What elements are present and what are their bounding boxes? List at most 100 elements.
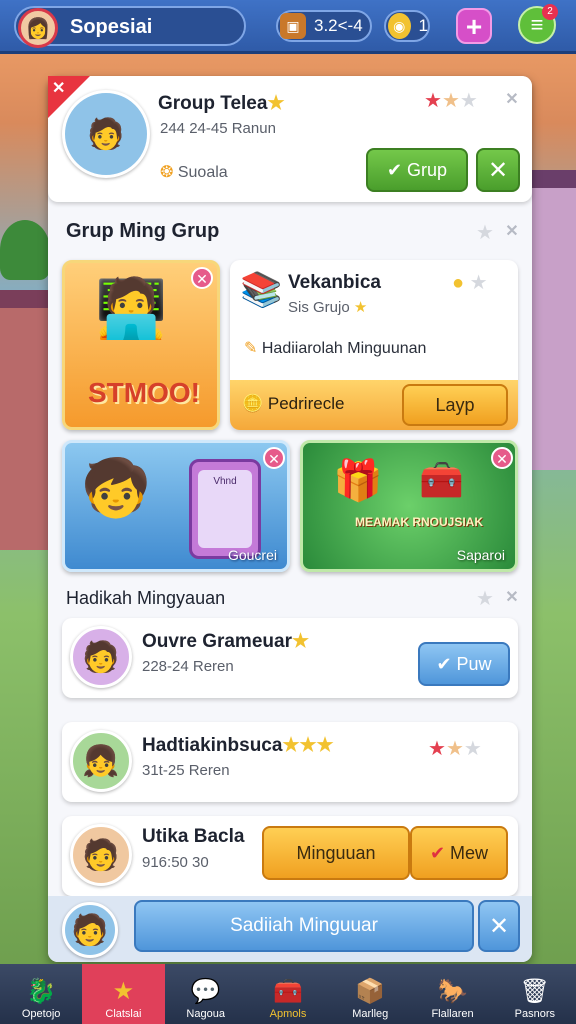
info-card: 📚 Vekanbica Sis Grujo ★ ● ★ ✎ Hadiiarola… <box>230 260 518 430</box>
add-button[interactable]: + <box>456 8 492 44</box>
main-panel: ✕ 🧑 Group Telea★ 244 24-45 Ranun ❂ Suoal… <box>48 76 532 962</box>
stat-chests-value: 3.2<-4 <box>314 16 363 35</box>
star-icon: ★ <box>267 93 285 114</box>
chest-icon: ▣ <box>280 13 306 39</box>
check-icon: ✔ <box>429 842 451 863</box>
phone-screen: Vhnd <box>198 470 252 548</box>
nav-item-clatslai[interactable]: ★ Clatslai <box>82 964 165 1024</box>
grup-button[interactable]: ✔ Grup <box>366 148 468 192</box>
profile-chip[interactable]: 👩 Sopesiai <box>14 6 246 48</box>
rating-stars: ★★★ <box>424 88 478 113</box>
dragon-icon: 🐉 <box>26 978 57 1005</box>
treasure-illustration: 🎁 <box>333 459 383 503</box>
layp-button[interactable]: Layp <box>402 384 508 426</box>
footer-label: 🪙 Pedrirecle <box>242 394 345 413</box>
puw-button[interactable]: ✔ Puw <box>418 642 510 686</box>
bottom-nav: 🐉 Opetojo ★ Clatslai 💬 Nagoua 🧰 Apmols 📦 Marl… <box>0 964 576 1024</box>
nav-item-opetojo[interactable]: 🐉 Opetojo <box>0 964 82 1024</box>
nav-item-pasnors[interactable]: 🗑 Pasnors <box>494 964 576 1024</box>
star-icon: ★ <box>424 90 442 112</box>
list-item[interactable]: 👧 Hadtiakinbsuca★★★ 31t-25 Reren ★★★ <box>62 722 518 802</box>
list-item-title: Hadtiakinbsuca★★★ <box>142 735 334 756</box>
close-icon[interactable]: ✕ <box>491 447 513 469</box>
nav-label: Flallaren <box>431 1008 474 1020</box>
close-button[interactable]: ✕ <box>478 900 520 952</box>
nav-item-nagoua[interactable]: 💬 Nagoua <box>165 964 247 1024</box>
list-item[interactable]: 🧑 Utika Bacla 916:50 30 Minguuan ✔ Mew <box>62 816 518 896</box>
dismiss-icon[interactable]: ✕ <box>504 590 520 606</box>
tile-stmoo[interactable]: 🧑‍💻 STMOO! ✕ <box>62 260 220 430</box>
group-tag: ❂ Suoala <box>160 164 228 181</box>
close-icon[interactable]: ✕ <box>263 447 285 469</box>
gift-illustration: 🧰 <box>419 459 464 500</box>
tile-phone[interactable]: 🧒 Vhnd Goucrei ✕ <box>62 440 290 572</box>
trash-icon: 🗑 <box>519 978 551 1005</box>
star-icon: ★ <box>112 978 135 1005</box>
section-heading: Hadikah Mingyauan <box>66 588 226 608</box>
list-item-title: Ouvre Grameuar★ <box>142 631 310 652</box>
nav-label: Marlleg <box>352 1008 389 1020</box>
stat-chests[interactable]: ▣ 3.2<-4 <box>276 10 372 42</box>
star-icon: ★★★ <box>282 735 334 756</box>
nav-item-apmols[interactable]: 🧰 Apmols <box>247 964 329 1024</box>
info-footer: 🪙 Pedrirecle Layp <box>230 380 518 430</box>
section-heading: Grup Ming Grup <box>66 220 220 242</box>
list-item-title: Utika Bacla <box>142 826 245 847</box>
list-item-subtitle: 31t-25 Reren <box>142 762 230 779</box>
star-icon: ★ <box>459 90 478 112</box>
phone-illustration: Vhnd <box>189 459 261 559</box>
dismiss-icon[interactable]: ✕ <box>504 92 520 108</box>
nav-label: Clatslai <box>105 1008 142 1020</box>
nav-label: Nagoua <box>186 1008 225 1020</box>
gamer-illustration: 🧑‍💻 <box>95 276 168 341</box>
info-title: Vekanbica <box>288 272 381 293</box>
tile-label: STMOO! <box>88 377 200 408</box>
box-icon: 📦 <box>355 978 386 1005</box>
tile-caption: Saparoi <box>456 547 505 563</box>
minguuan-button[interactable]: Minguuan <box>262 826 410 880</box>
chest-icon: 🧰 <box>273 978 303 1005</box>
close-button[interactable]: ✕ <box>476 148 520 192</box>
info-line: ✎ Hadiiarolah Minguunan <box>244 340 427 357</box>
stat-coins[interactable]: ◉ 1 <box>384 10 430 42</box>
nav-item-marlleg[interactable]: 📦 Marlleg <box>329 964 411 1024</box>
dismiss-icon[interactable]: ✕ <box>504 224 520 240</box>
star-icon: ★ <box>428 738 446 760</box>
star-icon: ★ <box>476 588 494 610</box>
check-icon: ✔ <box>436 653 457 674</box>
avatar: 🧑 <box>70 626 132 688</box>
star-icon: ★ <box>441 90 460 112</box>
kid-illustration: 🧒 <box>81 456 151 519</box>
tile-chest[interactable]: 🎁 🧰 MEAMAK RNOUJSIAK Saparoi ✕ <box>300 440 518 572</box>
nav-item-flallaren[interactable]: 🐎 Flallaren <box>411 964 493 1024</box>
avatar: 👧 <box>70 730 132 792</box>
list-item[interactable]: 🧑 Ouvre Grameuar★ 228-24 Reren ✔ Puw <box>62 618 518 698</box>
nav-label: Opetojo <box>21 1008 61 1020</box>
profile-name: Sopesiai <box>70 16 153 38</box>
coin-icon: ◉ <box>388 13 411 39</box>
notification-badge: 2 <box>542 4 558 20</box>
list-item-subtitle: 916:50 30 <box>142 854 209 871</box>
mew-button[interactable]: ✔ Mew <box>410 826 508 880</box>
group-card: ✕ 🧑 Group Telea★ 244 24-45 Ranun ❂ Suoal… <box>48 76 532 202</box>
group-subtitle: 244 24-45 Ranun <box>160 120 276 137</box>
star-icon: ★ <box>353 299 368 316</box>
sadiiah-button[interactable]: Sadiiah Minguuar <box>134 900 474 952</box>
star-icon: ★ <box>445 738 464 760</box>
coins-icon: 🪙 <box>242 394 268 413</box>
chat-icon: 💬 <box>190 978 221 1005</box>
nav-label: Pasnors <box>514 1008 555 1020</box>
close-icon[interactable]: ✕ <box>191 267 213 289</box>
close-icon[interactable]: ✕ <box>52 78 65 98</box>
avatar: 🧑 <box>70 824 132 886</box>
rating-stars: ★★★ <box>428 736 482 761</box>
avatar: 🧑 <box>62 902 118 958</box>
ticket-icon: ✎ <box>244 340 262 357</box>
group-title: Group Telea★ <box>158 93 285 114</box>
menu-button[interactable]: ≡ 2 <box>518 4 558 44</box>
footer-bar: 🧑 Sadiiah Minguuar ✕ <box>48 896 532 962</box>
nav-label: Apmols <box>269 1008 307 1020</box>
star-icon: ★ <box>476 222 494 244</box>
star-icon: ★ <box>463 738 482 760</box>
avatar: 👩 <box>18 8 58 48</box>
